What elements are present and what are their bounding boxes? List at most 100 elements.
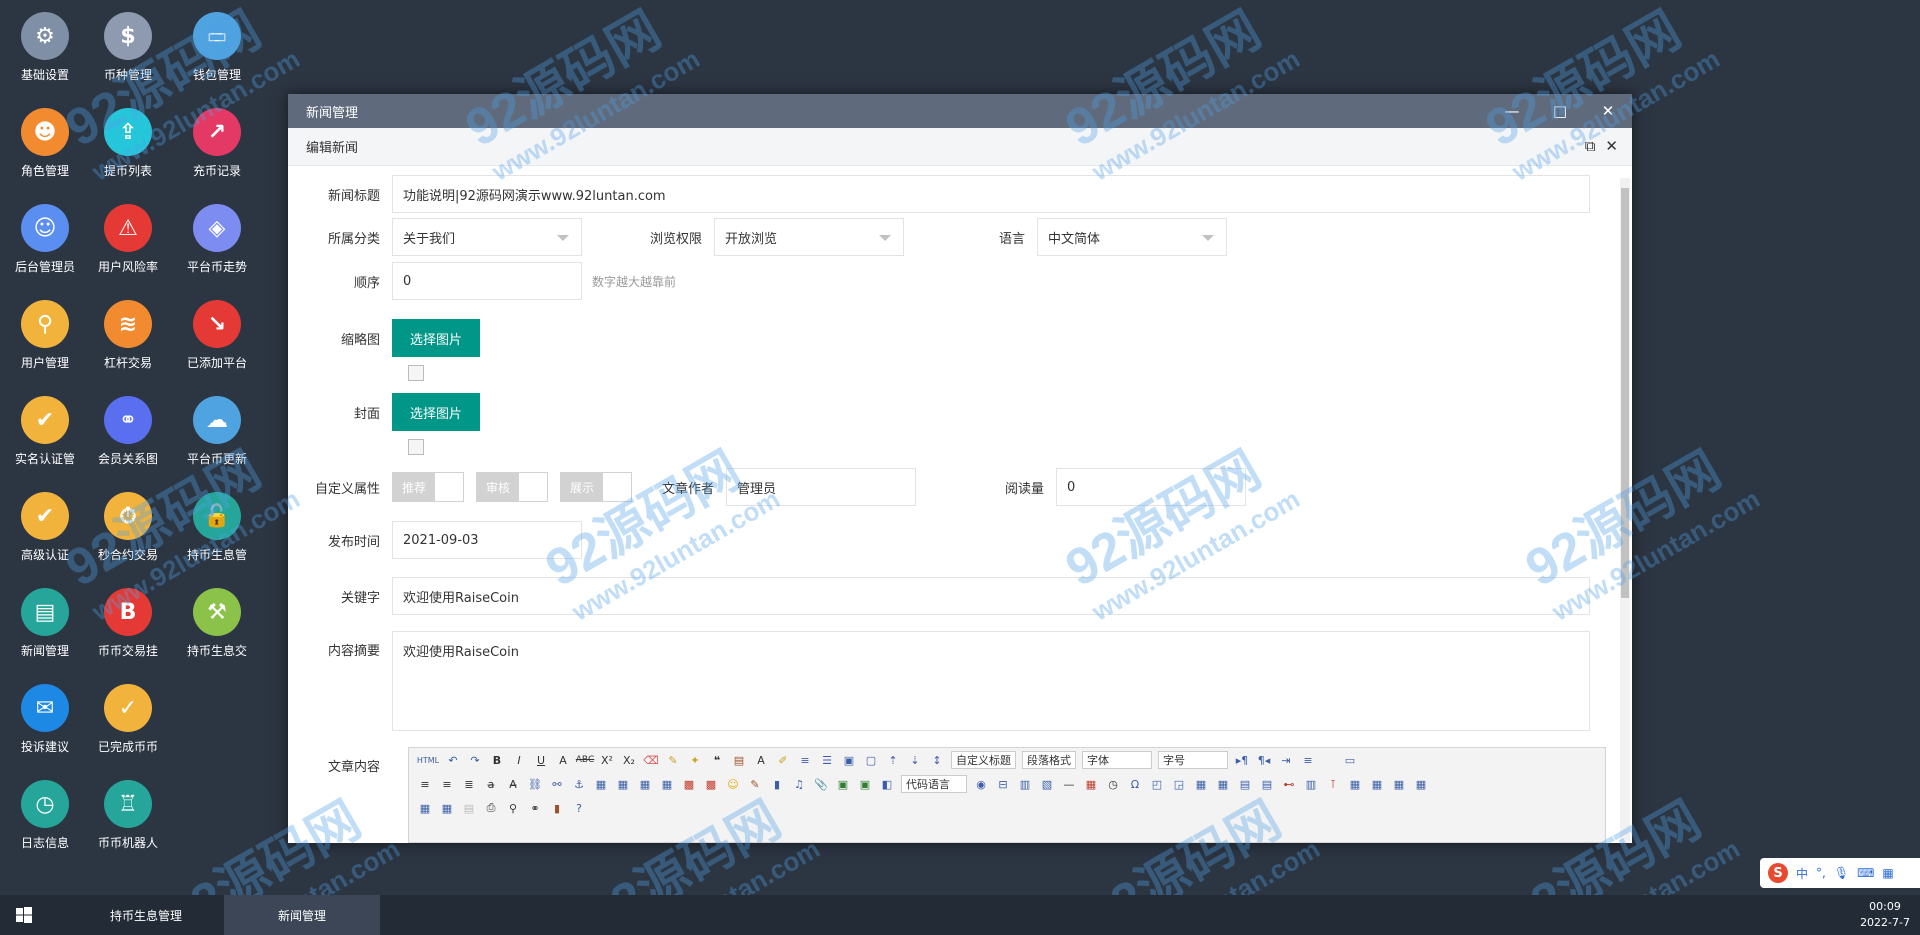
keywords-input[interactable]: 欢迎使用RaiseCoin	[392, 577, 1590, 615]
insert-table-icon[interactable]: ▦	[1191, 775, 1211, 793]
ime-mode[interactable]: 中	[1796, 865, 1808, 882]
author-input[interactable]: 管理员	[726, 468, 917, 506]
gmap-icon[interactable]: ▣	[855, 775, 875, 793]
split-cells-icon[interactable]: ▦	[1411, 775, 1431, 793]
merge-down-icon[interactable]: ▦	[1389, 775, 1409, 793]
custom-title-dropdown[interactable]: 自定义标题	[951, 751, 1016, 769]
recommend-switch[interactable]: 推荐	[392, 472, 465, 502]
desktop-icon-log[interactable]: ◷ 日志信息	[0, 774, 90, 870]
desktop-icon-stack[interactable]: ◈ 平台币走势	[172, 198, 262, 294]
desktop-icon-robot[interactable]: ♖ 币币机器人	[83, 774, 173, 870]
unlink-icon[interactable]: ⚯	[547, 775, 567, 793]
insert-col-icon[interactable]: ▥	[1301, 775, 1321, 793]
justify-full-icon[interactable]: ≣	[459, 775, 479, 793]
desktop-icon-trend[interactable]: ↘ 已添加平台	[172, 294, 262, 390]
music-icon[interactable]: ♫	[789, 775, 809, 793]
audit-switch[interactable]: 审核	[476, 472, 549, 502]
ime-toolbar[interactable]: S 中 °, 🎙 ⌨ ▦	[1760, 858, 1920, 888]
bold-icon[interactable]: B	[487, 751, 507, 769]
select-all-icon[interactable]: ▣	[839, 751, 859, 769]
date-input[interactable]: 2021-09-03	[392, 521, 582, 559]
desktop-icon-roles[interactable]: ☻ 角色管理	[0, 102, 90, 198]
desktop-icon-unlock[interactable]: 🔓 持币生息管	[172, 486, 262, 582]
reads-input[interactable]: 0	[1056, 468, 1247, 506]
split-rows-icon[interactable]: ▦	[415, 799, 435, 817]
drafts-icon[interactable]: ▮	[547, 799, 567, 817]
restore-icon[interactable]: ⧉	[1585, 138, 1596, 154]
print-icon[interactable]: ⎙	[481, 799, 501, 817]
dialog-close-icon[interactable]: ✕	[1605, 138, 1618, 154]
split-cols-icon[interactable]: ▦	[437, 799, 457, 817]
ltr-icon[interactable]: ▸¶	[1232, 751, 1252, 769]
punctuation-icon[interactable]: °,	[1816, 866, 1826, 880]
desktop-icon-cloud-refresh[interactable]: ☁ 平台币更新	[172, 390, 262, 486]
keyboard-icon[interactable]: ⌨	[1857, 866, 1874, 880]
search-replace-icon[interactable]: ◲	[1169, 775, 1189, 793]
justify-center-icon[interactable]: ≡	[415, 775, 435, 793]
desktop-icon-admin[interactable]: ☺ 后台管理员	[0, 198, 90, 294]
window-titlebar[interactable]: 新闻管理 — □ ✕	[288, 94, 1632, 128]
desktop-icon-stopwatch[interactable]: ⏱ 秒合约交易	[83, 486, 173, 582]
minimize-button[interactable]: —	[1488, 94, 1536, 128]
microphone-icon[interactable]: 🎙	[1834, 866, 1849, 880]
to-uppercase-icon[interactable]: A̶	[503, 775, 523, 793]
justify-left-icon[interactable]: ≡	[1298, 751, 1318, 769]
desktop-icon-verify[interactable]: ✔ 实名认证管	[0, 390, 90, 486]
html-source-button[interactable]: HTML	[415, 751, 441, 769]
image-left-icon[interactable]: ▦	[613, 775, 633, 793]
code-language-dropdown[interactable]: 代码语言	[901, 775, 967, 793]
rich-text-editor[interactable]: HTML ↶ ↷ B I U A ABC X² X₂ ⌫ ✎ ✦ ❝ ▤ A ✐…	[408, 747, 1606, 843]
unordered-list-icon[interactable]: ☰	[817, 751, 837, 769]
summary-textarea[interactable]: 欢迎使用RaiseCoin	[392, 631, 1590, 731]
desktop-icon-hammer[interactable]: ⚒ 持币生息交	[172, 582, 262, 678]
pagebreak-icon[interactable]: ⊟	[993, 775, 1013, 793]
attachment-icon[interactable]: 📎	[811, 775, 831, 793]
insert-row-icon[interactable]: ▤	[1257, 775, 1277, 793]
ordered-list-icon[interactable]: ≡	[795, 751, 815, 769]
web-app-icon[interactable]: ◉	[971, 775, 991, 793]
image-none-icon[interactable]: ▦	[591, 775, 611, 793]
merge-cells-icon[interactable]: ▦	[1345, 775, 1365, 793]
emotion-icon[interactable]: ☺	[723, 775, 743, 793]
map-icon[interactable]: ▣	[833, 775, 853, 793]
desktop-icon-alarm[interactable]: ⚠ 用户风险率	[83, 198, 173, 294]
row-spacing-bottom-icon[interactable]: ⇣	[905, 751, 925, 769]
font-family-dropdown[interactable]: 字体	[1082, 751, 1152, 769]
desktop-icon-withdraw[interactable]: ⇪ 提币列表	[83, 102, 173, 198]
line-height-icon[interactable]: ↕	[927, 751, 947, 769]
insert-image-icon[interactable]: ▩	[701, 775, 721, 793]
to-lowercase-icon[interactable]: a̶	[481, 775, 501, 793]
search-icon[interactable]: ⚭	[525, 799, 545, 817]
row-spacing-top-icon[interactable]: ⇡	[883, 751, 903, 769]
cover-select-button[interactable]: 选择图片	[392, 393, 481, 431]
language-select[interactable]: 中文简体	[1037, 218, 1227, 256]
template-icon[interactable]: ▥	[1015, 775, 1035, 793]
chart-icon[interactable]: ▤	[459, 799, 479, 817]
desktop-icon-gear[interactable]: ⚙ 基础设置	[0, 6, 90, 102]
title-input[interactable]: 功能说明|92源码网演示www.92luntan.com	[392, 175, 1590, 213]
thumbnail-select-button[interactable]: 选择图片	[392, 319, 481, 357]
desktop-icon-user-search[interactable]: ⚲ 用户管理	[0, 294, 90, 390]
desktop-icon-deposit-chart[interactable]: ↗ 充币记录	[172, 102, 262, 198]
background-icon[interactable]: ▧	[1037, 775, 1057, 793]
delete-col-icon[interactable]: ⊺	[1323, 775, 1343, 793]
redo-icon[interactable]: ↷	[465, 751, 485, 769]
italic-icon[interactable]: I	[509, 751, 529, 769]
system-clock[interactable]: 00:09 2022-7-7	[1860, 899, 1910, 931]
strikethrough-icon[interactable]: ABC	[575, 751, 595, 769]
paragraph-dropdown[interactable]: 段落格式	[1022, 751, 1076, 769]
font-color-icon[interactable]: A	[751, 751, 771, 769]
permission-select[interactable]: 开放浏览	[714, 218, 904, 256]
insert-video-icon[interactable]: ▮	[767, 775, 787, 793]
horizontal-line-icon[interactable]: —	[1059, 775, 1079, 793]
simple-upload-icon[interactable]: ▩	[679, 775, 699, 793]
superscript-icon[interactable]: X²	[597, 751, 617, 769]
special-char-icon[interactable]: Ω	[1125, 775, 1145, 793]
merge-right-icon[interactable]: ▦	[1367, 775, 1387, 793]
clear-doc-icon[interactable]: ▢	[861, 751, 881, 769]
scrollbar-thumb[interactable]	[1621, 188, 1629, 598]
image-center-icon[interactable]: ▦	[657, 775, 677, 793]
desktop-icon-advanced-verify[interactable]: ✔ 高级认证	[0, 486, 90, 582]
form-scrollbar[interactable]	[1620, 178, 1630, 843]
taskbar-item-holding-interest[interactable]: 持币生息管理	[68, 895, 224, 935]
